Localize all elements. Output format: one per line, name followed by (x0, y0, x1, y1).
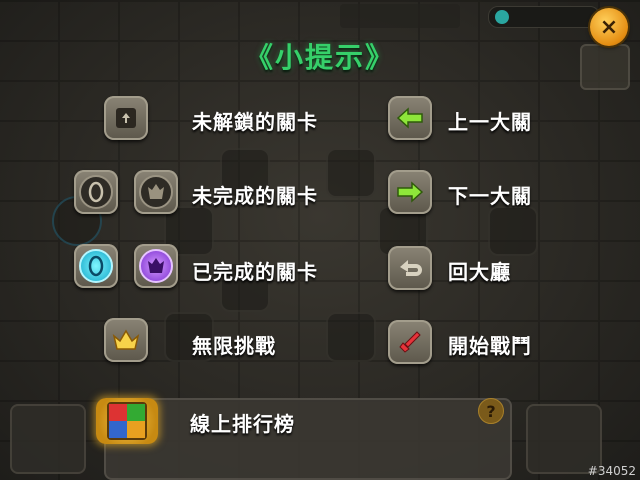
bg-stage-node (488, 206, 538, 256)
locked-stage-icon (104, 96, 148, 140)
arrow-left-icon (388, 96, 432, 140)
legend-label-prev: 上一大關 (448, 110, 532, 134)
legend-label-locked: 未解鎖的關卡 (192, 110, 318, 134)
legend-label-completed: 已完成的關卡 (192, 260, 318, 284)
crown-icon (104, 318, 148, 362)
legend-label-infinite: 無限挑戰 (192, 334, 276, 358)
gem-icon (495, 10, 509, 24)
legend-label-battle: 開始戰鬥 (448, 334, 532, 358)
hint-title: 《小提示》 (244, 41, 395, 74)
legend-label-ranking: 線上排行榜 (190, 412, 295, 436)
help-icon[interactable]: ? (478, 398, 504, 424)
bottom-panel (104, 398, 512, 480)
completed-stage-icon (74, 244, 118, 288)
legend-label-next: 下一大關 (448, 184, 532, 208)
watermark: #34052 (587, 464, 636, 478)
top-title-bar (340, 4, 460, 28)
return-icon (388, 246, 432, 290)
incomplete-boss-stage-icon (134, 170, 178, 214)
legend-label-incomplete: 未完成的關卡 (192, 184, 318, 208)
battle-icon (388, 320, 432, 364)
top-currency-badge (488, 6, 600, 28)
leaderboard-icon (96, 398, 158, 444)
bg-stage-node (326, 312, 376, 362)
incomplete-stage-icon (74, 170, 118, 214)
legend-label-lobby: 回大廳 (448, 260, 511, 284)
completed-boss-stage-icon (134, 244, 178, 288)
bg-stage-node (326, 148, 376, 198)
arrow-right-icon (388, 170, 432, 214)
bottom-back-button[interactable] (10, 404, 86, 474)
